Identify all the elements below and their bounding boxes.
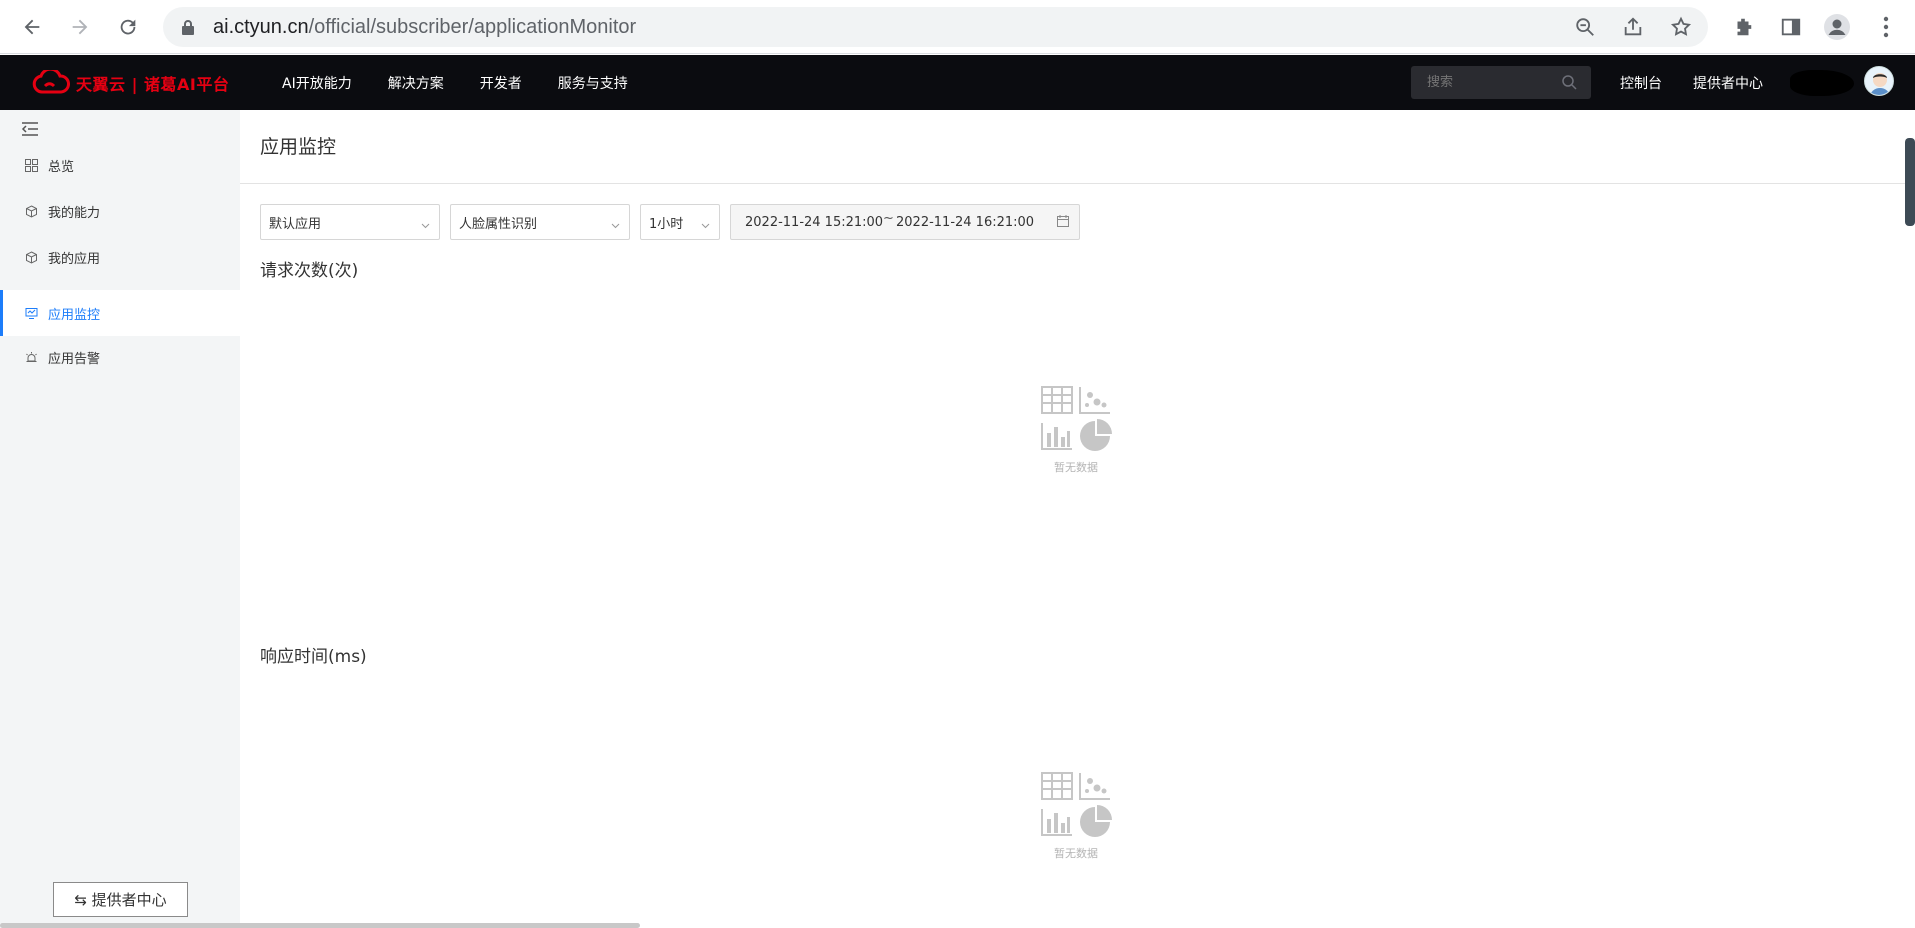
menu-solutions[interactable]: 解决方案 — [388, 73, 444, 93]
brand-name: 天翼云 | 诸葛AI平台 — [76, 75, 230, 94]
provider-center-button[interactable]: ⇆ 提供者中心 — [53, 882, 188, 917]
lock-icon — [181, 19, 195, 39]
empty-text: 暂无数据 — [1054, 461, 1098, 474]
app-select-value: 默认应用 — [269, 216, 322, 232]
sidebar-item-label: 总览 — [48, 159, 75, 175]
empty-text: 暂无数据 — [1054, 847, 1098, 860]
zoom-out-icon[interactable] — [1573, 15, 1597, 39]
no-data-icon — [1041, 386, 1112, 451]
monitor-icon — [24, 306, 38, 320]
sidebar-item-label: 我的应用 — [48, 251, 101, 267]
empty-state-requests: 暂无数据 — [1036, 385, 1116, 475]
sidebar-item-overview[interactable]: 总览 — [0, 142, 240, 188]
cube-icon — [24, 250, 38, 264]
capability-select[interactable]: 人脸属性识别 — [450, 204, 630, 240]
horizontal-scrollbar[interactable] — [0, 923, 640, 928]
capability-select-value: 人脸属性识别 — [459, 216, 538, 232]
back-icon[interactable] — [16, 11, 48, 43]
provider-center-link[interactable]: 提供者中心 — [1693, 73, 1763, 93]
sidebar-item-label: 应用监控 — [48, 307, 101, 323]
url-text: ai.ctyun.cn/official/subscriber/applicat… — [213, 16, 636, 39]
extensions-icon[interactable] — [1729, 13, 1757, 41]
period-select-value: 1小时 — [649, 216, 684, 232]
sidebar-item-app-monitor[interactable]: 应用监控 — [0, 290, 240, 336]
browser-toolbar: ai.ctyun.cn/official/subscriber/applicat… — [0, 0, 1915, 54]
grid-icon — [24, 158, 38, 172]
cloud-logo-icon — [32, 70, 70, 94]
app-select[interactable]: 默认应用 — [260, 204, 440, 240]
date-separator: ~ — [883, 211, 894, 226]
search-icon[interactable] — [1561, 74, 1577, 94]
sidebar-item-label: 我的能力 — [48, 205, 101, 221]
chevron-down-icon — [611, 218, 620, 233]
page-title: 应用监控 — [260, 136, 337, 158]
redacted-username — [1790, 70, 1854, 96]
menu-services-support[interactable]: 服务与支持 — [558, 73, 628, 93]
search-input[interactable] — [1427, 74, 1557, 89]
profile-icon[interactable] — [1823, 13, 1851, 41]
header-search — [1411, 66, 1591, 99]
menu-ai-capabilities[interactable]: AI开放能力 — [282, 73, 352, 93]
no-data-icon — [1041, 772, 1112, 837]
start-date[interactable]: 2022-11-24 15:21:00 — [745, 215, 883, 230]
sidebar-item-label: 应用告警 — [48, 351, 101, 367]
brand-logo[interactable]: 天翼云 | 诸葛AI平台 — [32, 69, 229, 97]
console-link[interactable]: 控制台 — [1620, 73, 1662, 93]
menu-dots-icon[interactable] — [1872, 13, 1900, 41]
empty-state-response-time: 暂无数据 — [1036, 771, 1116, 861]
url-host: ai.ctyun.cn — [213, 16, 309, 38]
url-path: /official/subscriber/applicationMonitor — [308, 16, 637, 38]
side-panel-icon[interactable] — [1777, 13, 1805, 41]
section-title-response-time: 响应时间(ms) — [260, 647, 367, 667]
calendar-icon[interactable] — [1057, 215, 1069, 231]
cube-icon — [24, 204, 38, 218]
menu-developers[interactable]: 开发者 — [480, 73, 522, 93]
forward-icon[interactable] — [64, 11, 96, 43]
share-icon[interactable] — [1621, 15, 1645, 39]
chevron-down-icon — [701, 218, 710, 233]
address-bar[interactable]: ai.ctyun.cn/official/subscriber/applicat… — [163, 7, 1708, 47]
chevron-down-icon — [421, 218, 430, 233]
bookmark-star-icon[interactable] — [1669, 15, 1693, 39]
end-date[interactable]: 2022-11-24 16:21:00 — [896, 215, 1034, 230]
sidebar: 总览 我的能力 我的应用 应用监控 应用告警 ⇆ 提供者中心 — [0, 110, 240, 928]
avatar[interactable] — [1864, 66, 1894, 96]
sidebar-item-app-alerts[interactable]: 应用告警 — [0, 334, 240, 380]
sidebar-item-my-capabilities[interactable]: 我的能力 — [0, 188, 240, 234]
alarm-icon — [24, 350, 38, 364]
reload-icon[interactable] — [112, 11, 144, 43]
divider — [240, 183, 1915, 184]
site-header: 天翼云 | 诸葛AI平台 AI开放能力 解决方案 开发者 服务与支持 控制台 提… — [0, 55, 1915, 110]
collapse-menu-icon[interactable] — [21, 121, 39, 141]
date-range-picker[interactable]: 2022-11-24 15:21:00 ~ 2022-11-24 16:21:0… — [730, 204, 1080, 240]
period-select[interactable]: 1小时 — [640, 204, 720, 240]
section-title-requests: 请求次数(次) — [260, 261, 359, 281]
sidebar-item-my-apps[interactable]: 我的应用 — [0, 234, 240, 280]
main-menu: AI开放能力 解决方案 开发者 服务与支持 — [282, 55, 664, 110]
main-content: 应用监控 默认应用 人脸属性识别 1小时 2022-11-24 15:21:00… — [240, 110, 1915, 928]
vertical-scrollbar[interactable] — [1905, 138, 1915, 226]
